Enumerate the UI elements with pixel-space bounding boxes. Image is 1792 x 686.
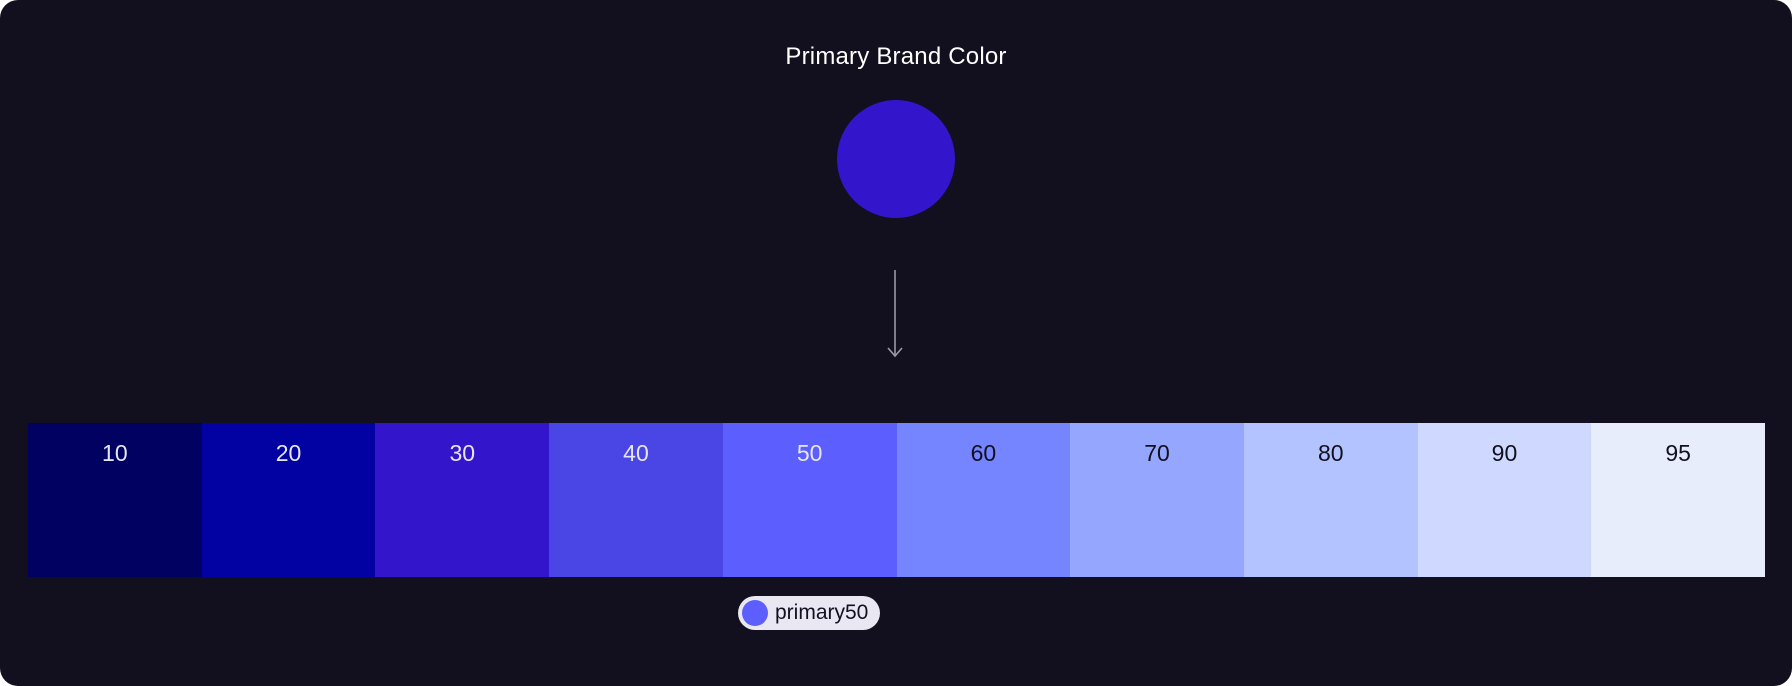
tonal-step: 20 — [201, 423, 376, 577]
tonal-step: 90 — [1417, 423, 1592, 577]
page-title: Primary Brand Color — [785, 43, 1007, 70]
token-label: primary50 — [775, 601, 869, 624]
tonal-step: 60 — [896, 423, 1071, 577]
tonal-step: 95 — [1591, 423, 1766, 577]
tonal-step-label: 40 — [623, 440, 649, 466]
token-chip: primary50 — [738, 596, 881, 630]
tonal-step: 10 — [28, 423, 202, 577]
tonal-step-label: 30 — [449, 440, 476, 466]
tonal-step: 80 — [1243, 423, 1418, 577]
tonal-step-label: 50 — [796, 440, 823, 466]
tonal-step-label: 20 — [275, 440, 302, 466]
palette-card: Primary Brand Color 10 20 30 40 50 60 70 80 90 95… — [0, 0, 1792, 686]
arrow-down-icon — [887, 270, 903, 358]
tonal-step-label: 70 — [1144, 440, 1170, 466]
tonal-step-label: 90 — [1491, 440, 1518, 466]
token-color-dot — [742, 600, 768, 626]
tonal-step-label: 60 — [970, 440, 997, 466]
tonal-step: 40 — [549, 423, 723, 577]
brand-color-swatch — [837, 100, 955, 218]
tonal-step-label: 10 — [102, 440, 128, 466]
tonal-step: 30 — [375, 423, 550, 577]
tonal-scale: 10 20 30 40 50 60 70 80 90 95 — [28, 423, 1766, 577]
tonal-step: 50 — [722, 423, 897, 577]
tonal-step-label: 80 — [1317, 440, 1344, 466]
tonal-step: 70 — [1070, 423, 1244, 577]
tonal-step-label: 95 — [1665, 440, 1691, 466]
